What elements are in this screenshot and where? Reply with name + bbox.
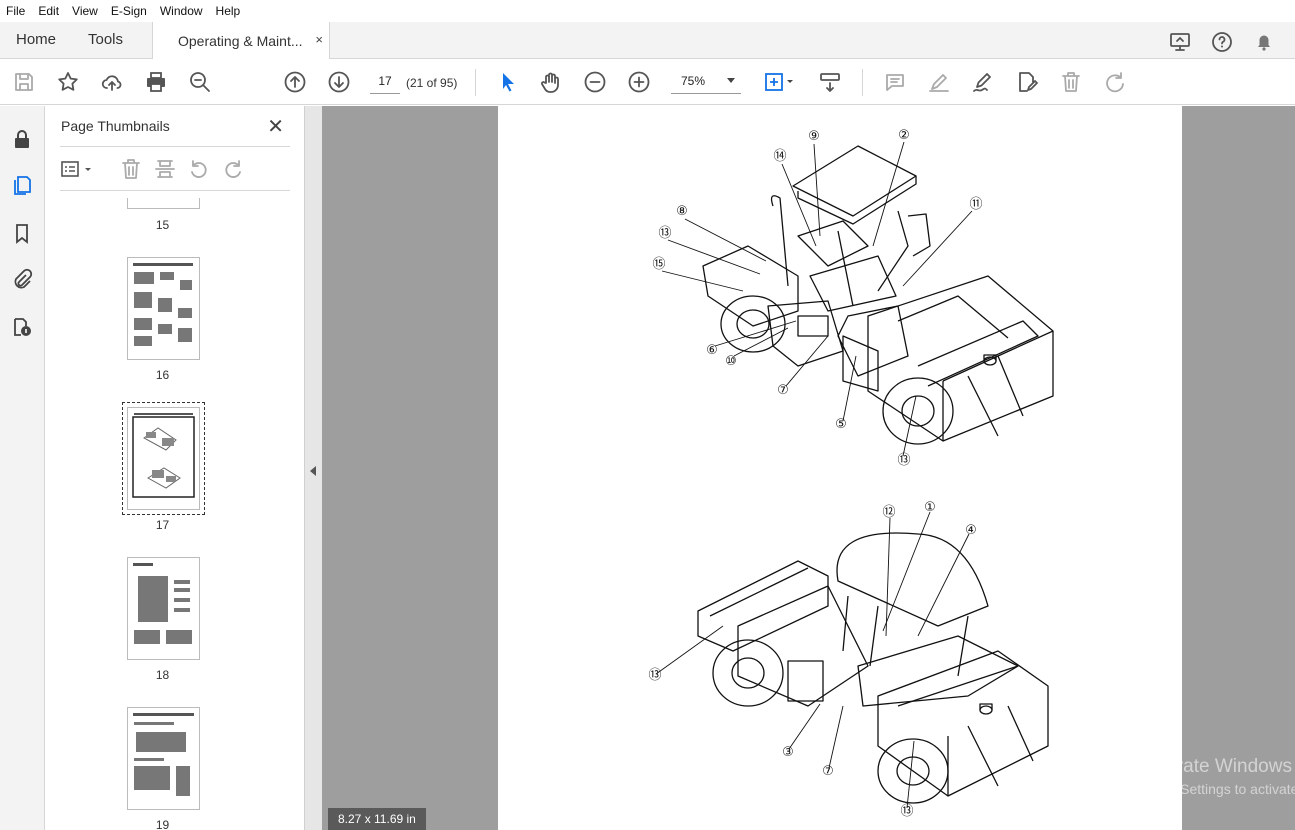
roller-machine-diagram: ⑨ ② ⑭ ⑪ ⑧ ⑬ ⑮ ⑥ ⑩ ⑦ ⑤ ⑬ ⑫ ① ④ ⑬ ③ ⑦ ⑬ xyxy=(648,128,1054,819)
tab-document[interactable]: Operating & Maint... × xyxy=(152,22,330,59)
tab-close-button[interactable]: × xyxy=(315,32,323,47)
tab-document-label: Operating & Maint... xyxy=(178,33,303,49)
delete-trash-icon[interactable] xyxy=(1059,70,1083,94)
menu-file[interactable]: File xyxy=(6,4,25,18)
page-number-input[interactable]: 17 xyxy=(370,69,400,94)
panel-title: Page Thumbnails xyxy=(61,118,170,134)
document-properties-icon[interactable] xyxy=(11,316,33,338)
scroll-mode-icon[interactable] xyxy=(818,70,842,94)
fit-page-icon[interactable] xyxy=(762,70,796,94)
page-size-indicator: 8.27 x 11.69 in xyxy=(328,808,426,830)
callout-label: ⑬ xyxy=(648,668,661,683)
page-thumbnail[interactable] xyxy=(127,257,200,360)
callout-label: ① xyxy=(924,500,936,515)
collapse-arrow-icon[interactable] xyxy=(310,466,316,476)
menu-edit[interactable]: Edit xyxy=(38,4,59,18)
activation-watermark-title: Activate Windows xyxy=(1142,756,1292,777)
menu-view[interactable]: View xyxy=(72,4,98,18)
panel-divider xyxy=(60,146,290,147)
panel-splitter[interactable] xyxy=(304,106,322,830)
attachment-paperclip-icon[interactable] xyxy=(11,268,33,290)
callout-label: ⑬ xyxy=(897,453,910,468)
help-icon[interactable] xyxy=(1211,31,1232,52)
zoom-search-icon[interactable] xyxy=(188,70,212,94)
thumbnail-label: 18 xyxy=(155,668,170,682)
share-screen-icon[interactable] xyxy=(1169,31,1190,51)
bookmark-icon[interactable] xyxy=(11,222,33,244)
save-icon[interactable] xyxy=(12,70,36,94)
next-page-icon[interactable] xyxy=(327,70,351,94)
top-right-icons xyxy=(1169,22,1295,59)
callout-label: ⑩ xyxy=(725,354,737,369)
delete-page-icon[interactable] xyxy=(120,158,142,180)
callout-label: ⑪ xyxy=(969,197,982,212)
thumbnail-list: 15 16 17 18 19 xyxy=(45,198,280,830)
page-thumbnail-selected[interactable] xyxy=(122,402,205,515)
callout-label: ⑥ xyxy=(706,343,718,358)
page-count-label: (21 of 95) xyxy=(406,76,458,90)
extract-page-icon[interactable] xyxy=(154,158,176,180)
toolbar-divider xyxy=(475,69,476,96)
thumbnail-label: 19 xyxy=(155,818,170,830)
callout-label: ⑤ xyxy=(835,417,847,432)
cloud-upload-icon[interactable] xyxy=(100,70,124,94)
lock-icon[interactable] xyxy=(11,128,33,150)
document-view[interactable]: ⑨ ② ⑭ ⑪ ⑧ ⑬ ⑮ ⑥ ⑩ ⑦ ⑤ ⑬ ⑫ ① ④ ⑬ ③ ⑦ ⑬ 8.… xyxy=(322,106,1295,830)
hand-tool-icon[interactable] xyxy=(539,70,563,94)
edit-pdf-icon[interactable] xyxy=(1015,70,1039,94)
pdf-page: ⑨ ② ⑭ ⑪ ⑧ ⑬ ⑮ ⑥ ⑩ ⑦ ⑤ ⑬ ⑫ ① ④ ⑬ ③ ⑦ ⑬ xyxy=(498,106,1182,830)
callout-label: ③ xyxy=(782,745,794,760)
zoom-in-icon[interactable] xyxy=(627,70,651,94)
previous-page-icon[interactable] xyxy=(283,70,307,94)
rotate-right-icon[interactable] xyxy=(222,158,244,180)
callout-label: ⑦ xyxy=(822,764,834,779)
page-thumbnails-panel: Page Thumbnails ✕ 15 16 17 18 19 xyxy=(45,106,339,830)
thumbnail-options-icon[interactable] xyxy=(60,158,96,180)
callout-label: ④ xyxy=(965,523,977,538)
menu-window[interactable]: Window xyxy=(160,4,203,18)
thumbnail-label: 15 xyxy=(155,218,170,232)
callout-label: ⑧ xyxy=(676,204,688,219)
toolbar-divider xyxy=(862,69,863,96)
highlight-pen-icon[interactable] xyxy=(927,70,951,94)
tab-tools[interactable]: Tools xyxy=(88,31,123,48)
zoom-level-select[interactable]: 75% xyxy=(671,69,741,94)
callout-label: ⑬ xyxy=(900,804,913,819)
callout-label: ⑭ xyxy=(773,149,786,164)
select-cursor-icon[interactable] xyxy=(496,70,520,94)
thumbnail-label: 17 xyxy=(155,518,170,532)
comment-icon[interactable] xyxy=(883,70,907,94)
activation-watermark-subtitle: Go to Settings to activate Windows. xyxy=(1142,781,1295,797)
zoom-level-value: 75% xyxy=(681,74,706,88)
callout-label: ⑦ xyxy=(777,383,789,398)
thumbnail-label: 16 xyxy=(155,368,170,382)
page-thumbnail[interactable] xyxy=(127,198,200,209)
callout-label: ⑨ xyxy=(808,129,820,144)
zoom-out-icon[interactable] xyxy=(583,70,607,94)
callout-label: ② xyxy=(898,128,910,143)
panel-close-button[interactable]: ✕ xyxy=(267,114,284,139)
page-thumbnails-icon[interactable] xyxy=(11,174,33,196)
print-icon[interactable] xyxy=(144,70,168,94)
redo-icon[interactable] xyxy=(1103,70,1127,94)
star-bookmark-icon[interactable] xyxy=(56,70,80,94)
callout-label: ⑮ xyxy=(652,257,665,272)
menu-help[interactable]: Help xyxy=(216,4,241,18)
page-thumbnail[interactable] xyxy=(127,707,200,810)
left-navigation-rail xyxy=(0,106,45,830)
callout-label: ⑬ xyxy=(658,226,671,241)
notification-bell-icon[interactable] xyxy=(1253,31,1273,51)
tab-home[interactable]: Home xyxy=(16,31,56,48)
menu-esign[interactable]: E-Sign xyxy=(111,4,147,18)
panel-divider xyxy=(60,190,290,191)
menu-bar: File Edit View E-Sign Window Help xyxy=(0,0,1295,22)
tab-bar: Home Tools Operating & Maint... × xyxy=(0,22,1295,59)
sign-pen-icon[interactable] xyxy=(971,70,995,94)
main-toolbar: 17 (21 of 95) 75% xyxy=(0,59,1295,105)
page-thumbnail[interactable] xyxy=(127,557,200,660)
callout-label: ⑫ xyxy=(882,505,895,520)
rotate-left-icon[interactable] xyxy=(188,158,210,180)
chevron-down-icon xyxy=(727,78,735,83)
